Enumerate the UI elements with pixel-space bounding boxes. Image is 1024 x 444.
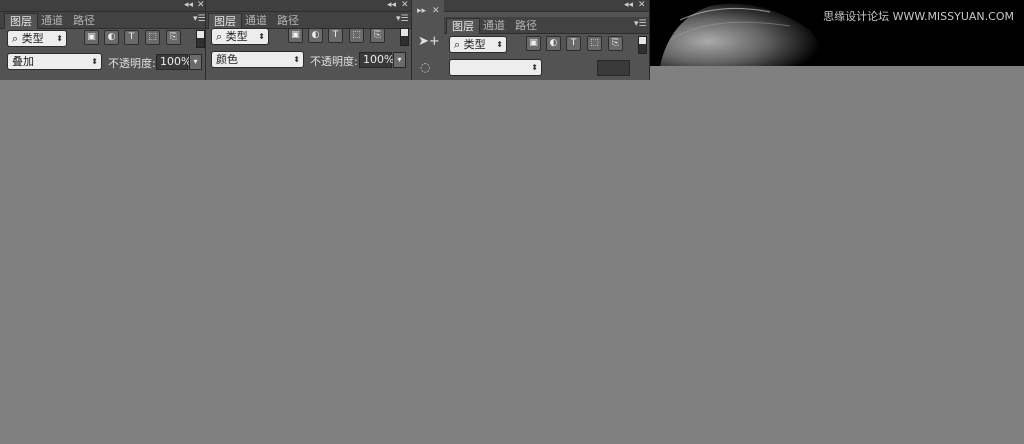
adjustment-filter-icon[interactable]: ◐ <box>104 30 119 45</box>
panel-titlebar: ◂◂ ✕ <box>444 0 649 12</box>
search-icon: ⌕ <box>216 30 223 43</box>
blend-mode-select[interactable]: 叠加 ⬍ <box>7 53 102 70</box>
select-arrow-icon: ⬍ <box>293 55 300 64</box>
filter-row: ⌕ 类型 ⬍ ▣ ◐ T ⬚ ⎘ <box>0 28 205 50</box>
collapse-icon[interactable]: ▸▸ <box>417 6 426 17</box>
blend-mode-value: 颜色 <box>216 53 238 66</box>
layers-panel-1: ◂◂ ✕ 图层 通道 路径 ▾☰ ⌕ 类型 ⬍ ▣ ◐ T ⬚ ⎘ 叠加 ⬍ 不… <box>0 0 206 80</box>
select-arrow-icon: ⬍ <box>531 63 538 72</box>
blend-mode-select[interactable]: 颜色 ⬍ <box>211 51 304 68</box>
smart-object-filter-icon[interactable]: ⎘ <box>370 28 385 43</box>
blend-row: ⬍ <box>444 57 649 79</box>
filter-kind-label: 类型 <box>225 30 248 43</box>
search-icon: ⌕ <box>12 32 19 45</box>
panel-titlebar: ◂◂ ✕ <box>206 0 411 12</box>
adjustment-filter-icon[interactable]: ◐ <box>546 36 561 51</box>
close-icon[interactable]: ✕ <box>197 0 205 11</box>
opacity-label: 不透明度: <box>310 55 358 68</box>
select-arrow-icon: ⬍ <box>496 40 503 49</box>
layers-panel-3: ◂◂ ✕ 图层 通道 路径 ▾☰ ⌕ 类型 ⬍ ▣ ◐ T ⬚ ⎘ ⬍ <box>444 0 650 80</box>
type-filter-icon[interactable]: T <box>566 36 581 51</box>
move-tool-icon[interactable]: ➤+ <box>418 34 440 49</box>
blend-mode-value: 叠加 <box>12 55 34 68</box>
opacity-label: 不透明度: <box>108 57 156 70</box>
collapse-icon[interactable]: ◂◂ <box>387 0 396 11</box>
filter-row: ⌕ 类型 ⬍ ▣ ◐ T ⬚ ⎘ <box>206 26 411 48</box>
blend-mode-select[interactable]: ⬍ <box>449 59 542 76</box>
image-filter-icon[interactable]: ▣ <box>84 30 99 45</box>
opacity-input[interactable]: 100% <box>156 54 191 70</box>
image-filter-icon[interactable]: ▣ <box>526 36 541 51</box>
filter-kind-label: 类型 <box>463 38 486 51</box>
close-icon[interactable]: ✕ <box>638 0 646 11</box>
select-arrow-icon: ⬍ <box>56 34 63 43</box>
photo-canvas[interactable]: 思缘设计论坛 WWW.MISSYUAN.COM <box>650 0 1024 66</box>
filter-toggle[interactable] <box>400 28 409 46</box>
adjustment-filter-icon[interactable]: ◐ <box>308 28 323 43</box>
tab-channels[interactable]: 通道 <box>478 18 510 33</box>
shape-filter-icon[interactable]: ⬚ <box>145 30 160 45</box>
type-filter-icon[interactable]: T <box>328 28 343 43</box>
panel-titlebar: ◂◂ ✕ <box>0 0 205 12</box>
opacity-slider-button[interactable]: ▾ <box>393 52 406 68</box>
smart-object-filter-icon[interactable]: ⎘ <box>166 30 181 45</box>
panel-menu-icon[interactable]: ▾☰ <box>634 19 647 29</box>
image-filter-icon[interactable]: ▣ <box>288 28 303 43</box>
shape-filter-icon[interactable]: ⬚ <box>349 28 364 43</box>
tool-icon[interactable]: ◌ <box>420 60 430 74</box>
filter-toggle[interactable] <box>196 30 205 48</box>
close-icon[interactable]: ✕ <box>401 0 409 11</box>
tab-layers[interactable]: 图层 <box>446 18 480 34</box>
shape-filter-icon[interactable]: ⬚ <box>587 36 602 51</box>
tab-channels[interactable]: 通道 <box>36 13 68 28</box>
collapse-icon[interactable]: ◂◂ <box>624 0 633 11</box>
panel-tabs: 图层 通道 路径 ▾☰ <box>444 17 649 34</box>
type-filter-icon[interactable]: T <box>124 30 139 45</box>
opacity-input[interactable]: 100% <box>359 52 394 68</box>
filter-kind-select[interactable]: ⌕ 类型 ⬍ <box>449 36 507 53</box>
blend-row: 颜色 ⬍ 不透明度: 100% ▾ <box>206 49 411 71</box>
filter-row: ⌕ 类型 ⬍ ▣ ◐ T ⬚ ⎘ <box>444 34 649 56</box>
select-arrow-icon: ⬍ <box>91 57 98 66</box>
layers-panel-2: ◂◂ ✕ 图层 通道 路径 ▾☰ ⌕ 类型 ⬍ ▣ ◐ T ⬚ ⎘ 颜色 ⬍ 不… <box>206 0 412 80</box>
select-arrow-icon: ⬍ <box>258 32 265 41</box>
filter-kind-label: 类型 <box>21 32 44 45</box>
watermark-text: 思缘设计论坛 WWW.MISSYUAN.COM <box>823 10 1014 23</box>
filter-toggle[interactable] <box>638 36 647 54</box>
tab-paths[interactable]: 路径 <box>68 13 100 28</box>
blend-row: 叠加 ⬍ 不透明度: 100% ▾ <box>0 51 205 73</box>
close-icon[interactable]: ✕ <box>432 6 440 17</box>
opacity-input[interactable] <box>597 60 630 76</box>
tab-paths[interactable]: 路径 <box>510 18 542 33</box>
filter-kind-select[interactable]: ⌕ 类型 ⬍ <box>211 28 269 45</box>
panel-tabs: 图层 通道 路径 ▾☰ <box>0 12 205 29</box>
collapse-icon[interactable]: ◂◂ <box>184 0 193 11</box>
tool-strip: ▸▸ ✕ ➤+ ◌ <box>412 0 445 80</box>
opacity-slider-button[interactable]: ▾ <box>189 54 202 70</box>
tab-layers[interactable]: 图层 <box>4 13 38 29</box>
panel-menu-icon[interactable]: ▾☰ <box>193 14 205 24</box>
smart-object-filter-icon[interactable]: ⎘ <box>608 36 623 51</box>
filter-kind-select[interactable]: ⌕ 类型 ⬍ <box>7 30 67 47</box>
search-icon: ⌕ <box>454 38 461 51</box>
panel-menu-icon[interactable]: ▾☰ <box>396 14 409 24</box>
